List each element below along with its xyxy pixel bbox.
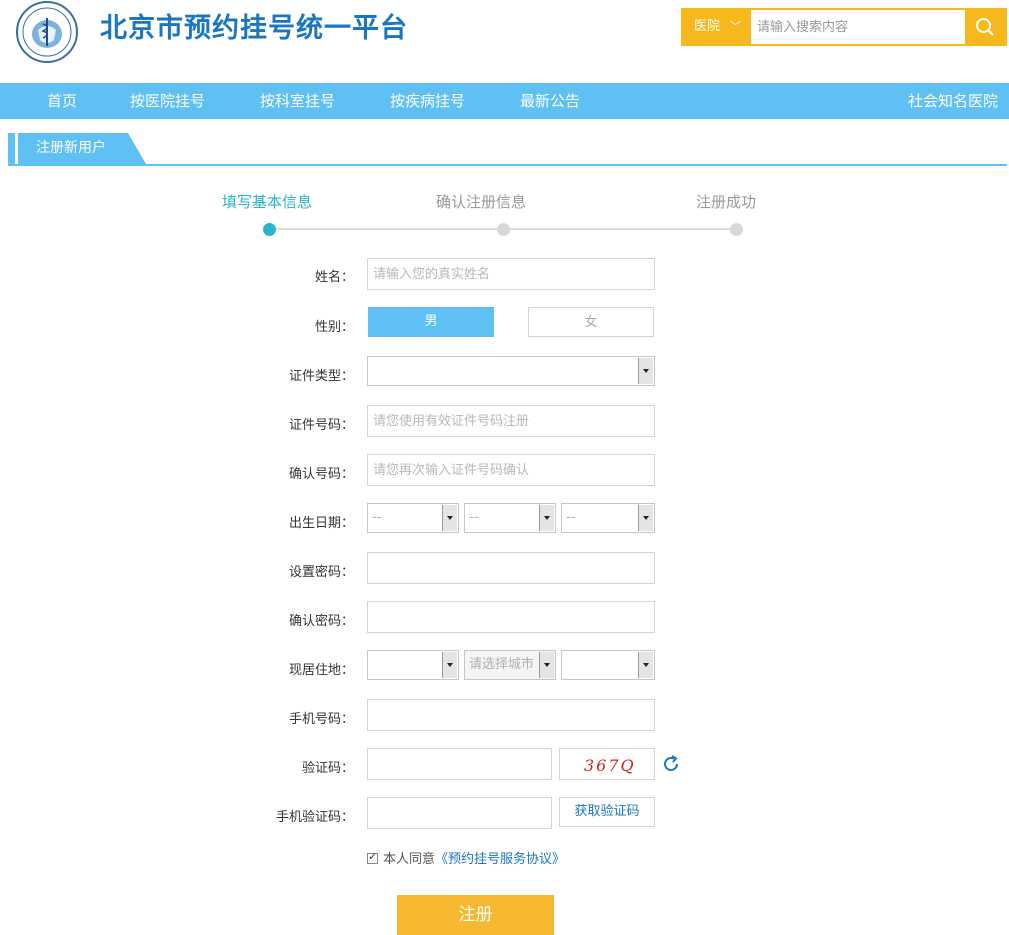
search-button[interactable] bbox=[965, 10, 1005, 44]
agreement: 本人同意《预约挂号服务协议》 bbox=[367, 848, 565, 867]
dropdown-arrow-icon bbox=[638, 358, 653, 384]
birth-date-label: 出生日期： bbox=[288, 516, 354, 531]
nav-item-announcements[interactable]: 最新公告 bbox=[520, 83, 580, 119]
register-button[interactable]: 注册 bbox=[397, 895, 554, 935]
residence-city-select[interactable]: 请选择城市 bbox=[464, 650, 556, 680]
dropdown-arrow-icon bbox=[442, 505, 457, 531]
captcha-image[interactable]: 367Q bbox=[559, 748, 655, 780]
nav-item-famous-hospitals[interactable]: 社会知名医院 bbox=[908, 83, 998, 119]
step-1-dot bbox=[263, 223, 276, 236]
agreement-link[interactable]: 《预约挂号服务协议》 bbox=[435, 852, 565, 867]
phone-label: 手机号码： bbox=[288, 712, 354, 727]
agree-checkbox[interactable] bbox=[367, 850, 378, 864]
captcha-text: 367Q bbox=[584, 756, 636, 775]
password-confirm-input[interactable] bbox=[367, 601, 655, 633]
get-sms-code-button[interactable]: 获取验证码 bbox=[559, 797, 655, 827]
dropdown-arrow-icon bbox=[442, 652, 457, 678]
step-3-dot bbox=[730, 223, 743, 236]
name-input[interactable] bbox=[367, 258, 655, 290]
birth-month-value: -- bbox=[469, 510, 479, 525]
id-confirm-label: 确认号码： bbox=[288, 467, 354, 482]
id-type-select[interactable] bbox=[367, 356, 655, 386]
search-input[interactable] bbox=[757, 10, 967, 44]
section-title: 注册新用户 bbox=[8, 133, 146, 164]
birth-year-value: -- bbox=[372, 510, 382, 525]
nav-item-by-hospital[interactable]: 按医院挂号 bbox=[130, 83, 205, 119]
id-number-input[interactable] bbox=[367, 405, 655, 437]
dropdown-arrow-icon bbox=[539, 652, 554, 678]
dropdown-arrow-icon bbox=[638, 505, 653, 531]
step-2-dot bbox=[497, 223, 510, 236]
id-type-label: 证件类型： bbox=[288, 369, 354, 384]
gender-label: 性别： bbox=[314, 320, 354, 335]
step-1-label: 填写基本信息 bbox=[222, 193, 313, 211]
birth-year-select[interactable]: -- bbox=[367, 503, 459, 533]
captcha-input[interactable] bbox=[367, 748, 552, 780]
password-label: 设置密码： bbox=[288, 565, 354, 580]
dropdown-arrow-icon bbox=[539, 505, 554, 531]
id-number-label: 证件号码： bbox=[288, 418, 354, 433]
search-icon bbox=[976, 18, 994, 36]
gender-male-button[interactable]: 男 bbox=[368, 307, 494, 337]
site-header: 北京市预约挂号统一平台 医院 ﹀ bbox=[0, 0, 1009, 83]
residence-label: 现居住地： bbox=[288, 663, 354, 678]
registration-steps: 填写基本信息 确认注册信息 注册成功 bbox=[0, 185, 1009, 245]
nav-item-home[interactable]: 首页 bbox=[47, 83, 77, 119]
sms-code-label: 手机验证码： bbox=[275, 810, 354, 825]
birth-day-value: -- bbox=[566, 510, 576, 525]
captcha-label: 验证码： bbox=[301, 761, 354, 776]
step-3-label: 注册成功 bbox=[696, 193, 757, 211]
dropdown-arrow-icon bbox=[638, 652, 653, 678]
main-nav: 首页 按医院挂号 按科室挂号 按疾病挂号 最新公告 社会知名医院 bbox=[0, 83, 1009, 119]
birth-month-select[interactable]: -- bbox=[464, 503, 556, 533]
section-header: 注册新用户 bbox=[8, 133, 1007, 166]
residence-district-select[interactable] bbox=[561, 650, 655, 680]
id-confirm-input[interactable] bbox=[367, 454, 655, 486]
password-input[interactable] bbox=[367, 552, 655, 584]
chevron-down-icon: ﹀ bbox=[730, 20, 741, 33]
search-type-label: 医院 bbox=[694, 19, 721, 34]
site-title: 北京市预约挂号统一平台 bbox=[100, 13, 408, 44]
health-bureau-logo[interactable] bbox=[8, 0, 86, 66]
name-label: 姓名： bbox=[314, 270, 354, 285]
sms-code-input[interactable] bbox=[367, 797, 552, 829]
residence-city-value: 请选择城市 bbox=[469, 657, 535, 672]
refresh-icon[interactable] bbox=[661, 754, 681, 774]
search-type-dropdown[interactable]: 医院 ﹀ bbox=[683, 10, 751, 44]
phone-input[interactable] bbox=[367, 699, 655, 731]
search-bar: 医院 ﹀ bbox=[681, 8, 1007, 46]
gender-female-button[interactable]: 女 bbox=[528, 307, 654, 337]
birth-day-select[interactable]: -- bbox=[561, 503, 655, 533]
nav-item-by-department[interactable]: 按科室挂号 bbox=[260, 83, 335, 119]
nav-item-by-disease[interactable]: 按疾病挂号 bbox=[390, 83, 465, 119]
agree-text: 本人同意 bbox=[383, 852, 436, 867]
step-2-label: 确认注册信息 bbox=[436, 193, 527, 211]
password-confirm-label: 确认密码： bbox=[288, 614, 354, 629]
residence-province-select[interactable] bbox=[367, 650, 459, 680]
